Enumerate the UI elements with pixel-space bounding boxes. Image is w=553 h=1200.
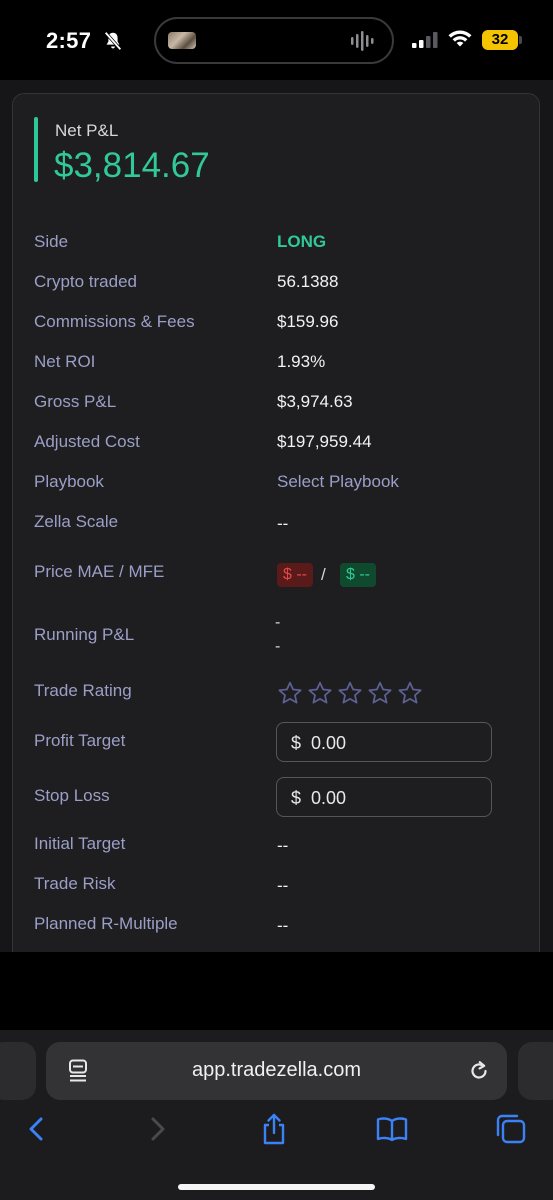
running-pnl-label: Running P&L: [34, 625, 135, 644]
adjusted-cost-label: Adjusted Cost: [34, 432, 140, 451]
safari-bottom-chrome: app.tradezella.com: [0, 952, 553, 1200]
stop-loss-value: 0.00: [311, 788, 347, 808]
zella-scale-label: Zella Scale: [34, 512, 119, 531]
profit-target-input[interactable]: $ 0.00: [276, 722, 492, 762]
side-label: Side: [34, 232, 69, 251]
gross-pnl-value: $3,974.63: [277, 392, 353, 411]
profit-target-value: 0.00: [311, 733, 347, 753]
status-time: 2:57: [46, 28, 92, 53]
star-icon[interactable]: [337, 680, 363, 706]
net-roi-label: Net ROI: [34, 352, 96, 371]
battery-icon: 32: [482, 30, 518, 50]
running-pnl-value-1: -: [275, 614, 281, 631]
bell-slash-icon: [104, 31, 122, 51]
adjusted-cost-value: $197,959.44: [277, 432, 372, 451]
bookmarks-icon[interactable]: [375, 1112, 409, 1146]
dynamic-island[interactable]: [154, 17, 394, 64]
playbook-label: Playbook: [34, 472, 104, 491]
trade-details-card: Net P&L $3,814.67 Side LONG Crypto trade…: [12, 93, 540, 952]
mae-badge: $ --: [277, 563, 313, 587]
currency-sign: $: [291, 788, 302, 808]
currency-sign: $: [291, 733, 302, 753]
gross-pnl-label: Gross P&L: [34, 392, 117, 411]
mfe-badge: $ --: [340, 563, 376, 587]
chrome-spacer: [0, 952, 553, 1030]
net-roi-value: 1.93%: [277, 352, 326, 371]
initial-target-label: Initial Target: [34, 834, 126, 853]
trade-rating-label: Trade Rating: [34, 681, 132, 700]
back-icon[interactable]: [20, 1112, 54, 1146]
side-value: LONG: [277, 232, 327, 251]
star-icon[interactable]: [307, 680, 333, 706]
planned-r-multiple-value: --: [277, 916, 289, 935]
address-bar[interactable]: app.tradezella.com: [46, 1042, 507, 1100]
star-icon[interactable]: [367, 680, 393, 706]
home-indicator[interactable]: [178, 1184, 375, 1190]
trade-risk-label: Trade Risk: [34, 874, 116, 893]
price-mae-mfe-label: Price MAE / MFE: [34, 562, 165, 581]
select-playbook-link[interactable]: Select Playbook: [277, 472, 399, 492]
tabs-icon[interactable]: [494, 1112, 528, 1146]
star-icon[interactable]: [397, 680, 423, 706]
commissions-label: Commissions & Fees: [34, 312, 195, 331]
stop-loss-input[interactable]: $ 0.00: [276, 777, 492, 817]
share-icon[interactable]: [257, 1112, 291, 1146]
trade-rating-stars: [277, 680, 423, 706]
signal-icon: [412, 32, 438, 48]
forward-icon[interactable]: [140, 1112, 174, 1146]
reload-icon[interactable]: [467, 1059, 491, 1083]
previous-tab-peek[interactable]: [0, 1042, 36, 1100]
crypto-traded-value: 56.1388: [277, 272, 339, 291]
safari-toolbar: [0, 1112, 553, 1156]
mae-mfe-separator: /: [321, 565, 326, 584]
planned-r-multiple-label: Planned R-Multiple: [34, 914, 178, 933]
audio-wave-icon: [351, 31, 374, 51]
trade-risk-value: --: [277, 876, 289, 895]
zella-scale-value: --: [277, 514, 289, 533]
star-icon[interactable]: [277, 680, 303, 706]
net-pnl-value: $3,814.67: [54, 146, 210, 185]
next-tab-peek[interactable]: [518, 1042, 553, 1100]
wifi-icon: [448, 30, 472, 47]
page-content: Net P&L $3,814.67 Side LONG Crypto trade…: [0, 80, 553, 952]
pnl-accent-bar: [34, 117, 38, 182]
url-text: app.tradezella.com: [192, 1059, 361, 1081]
initial-target-value: --: [277, 836, 289, 855]
commissions-value: $159.96: [277, 312, 339, 331]
status-bar: 2:57 32: [0, 0, 553, 80]
now-playing-artwork: [168, 32, 196, 49]
running-pnl-value-2: -: [275, 638, 281, 655]
battery-nub: [519, 36, 522, 44]
crypto-traded-label: Crypto traded: [34, 272, 137, 291]
net-pnl-label: Net P&L: [55, 121, 119, 140]
stop-loss-label: Stop Loss: [34, 786, 110, 805]
profit-target-label: Profit Target: [34, 731, 126, 750]
